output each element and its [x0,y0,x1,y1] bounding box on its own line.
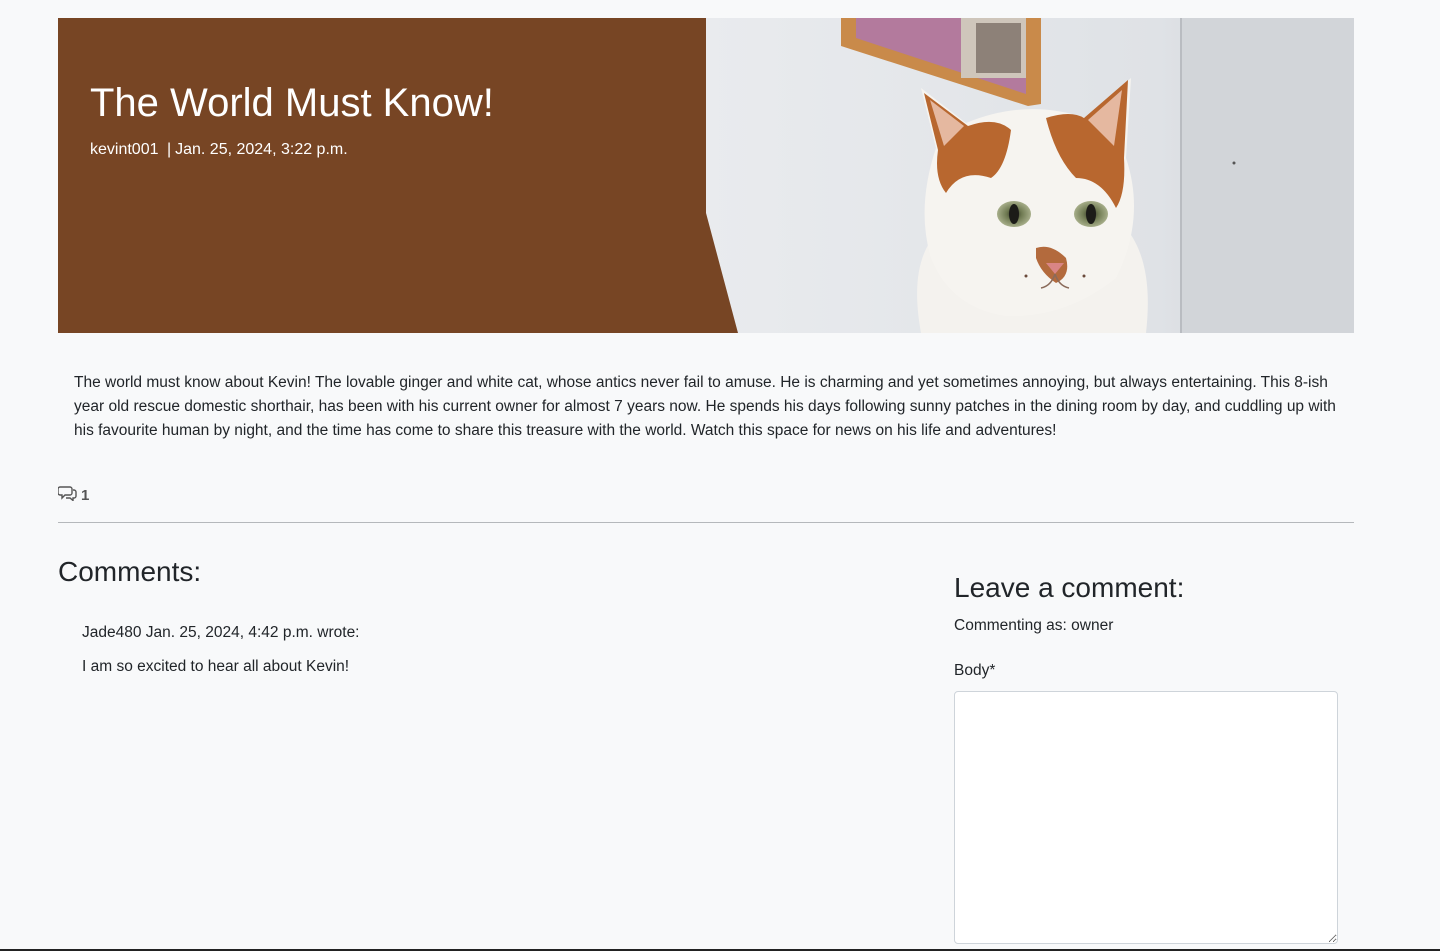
comment-count: 1 [57,485,90,505]
post-byline: kevint001 | Jan. 25, 2024, 3:22 p.m. [90,141,348,159]
commenting-as-label: Commenting as: owner [954,617,1114,634]
post-author: kevint001 [90,141,159,158]
post-date: Jan. 25, 2024, 3:22 p.m. [175,141,348,158]
comment-date: Jan. 25, 2024, 4:42 p.m. [145,624,313,641]
leave-comment-heading: Leave a comment: [954,572,1185,603]
post-featured-image [706,18,1354,333]
comments-icon [57,485,77,505]
comment-count-value: 1 [81,486,90,504]
comment-item: Jade480 Jan. 25, 2024, 4:42 p.m. wrote: I … [82,624,782,676]
post-body-text: The world must know about Kevin! The lov… [74,374,1336,439]
comment-body-textarea[interactable] [954,691,1338,944]
comment-author: Jade480 [82,624,142,641]
body-field-label: Body* [954,662,996,679]
post-detail-page: The World Must Know! kevint001 | Jan. 25,… [0,0,1440,951]
section-divider [58,522,1354,523]
comments-heading: Comments: [58,556,202,587]
comment-text: I am so excited to hear all about Kevin! [82,658,350,675]
post-hero-banner: The World Must Know! kevint001 | Jan. 25,… [58,18,1354,333]
post-title: The World Must Know! [90,81,494,125]
comment-meta: Jade480 Jan. 25, 2024, 4:42 p.m. wrote: [82,624,782,642]
comment-wrote-label: wrote: [317,624,360,641]
byline-separator: | [166,141,172,158]
